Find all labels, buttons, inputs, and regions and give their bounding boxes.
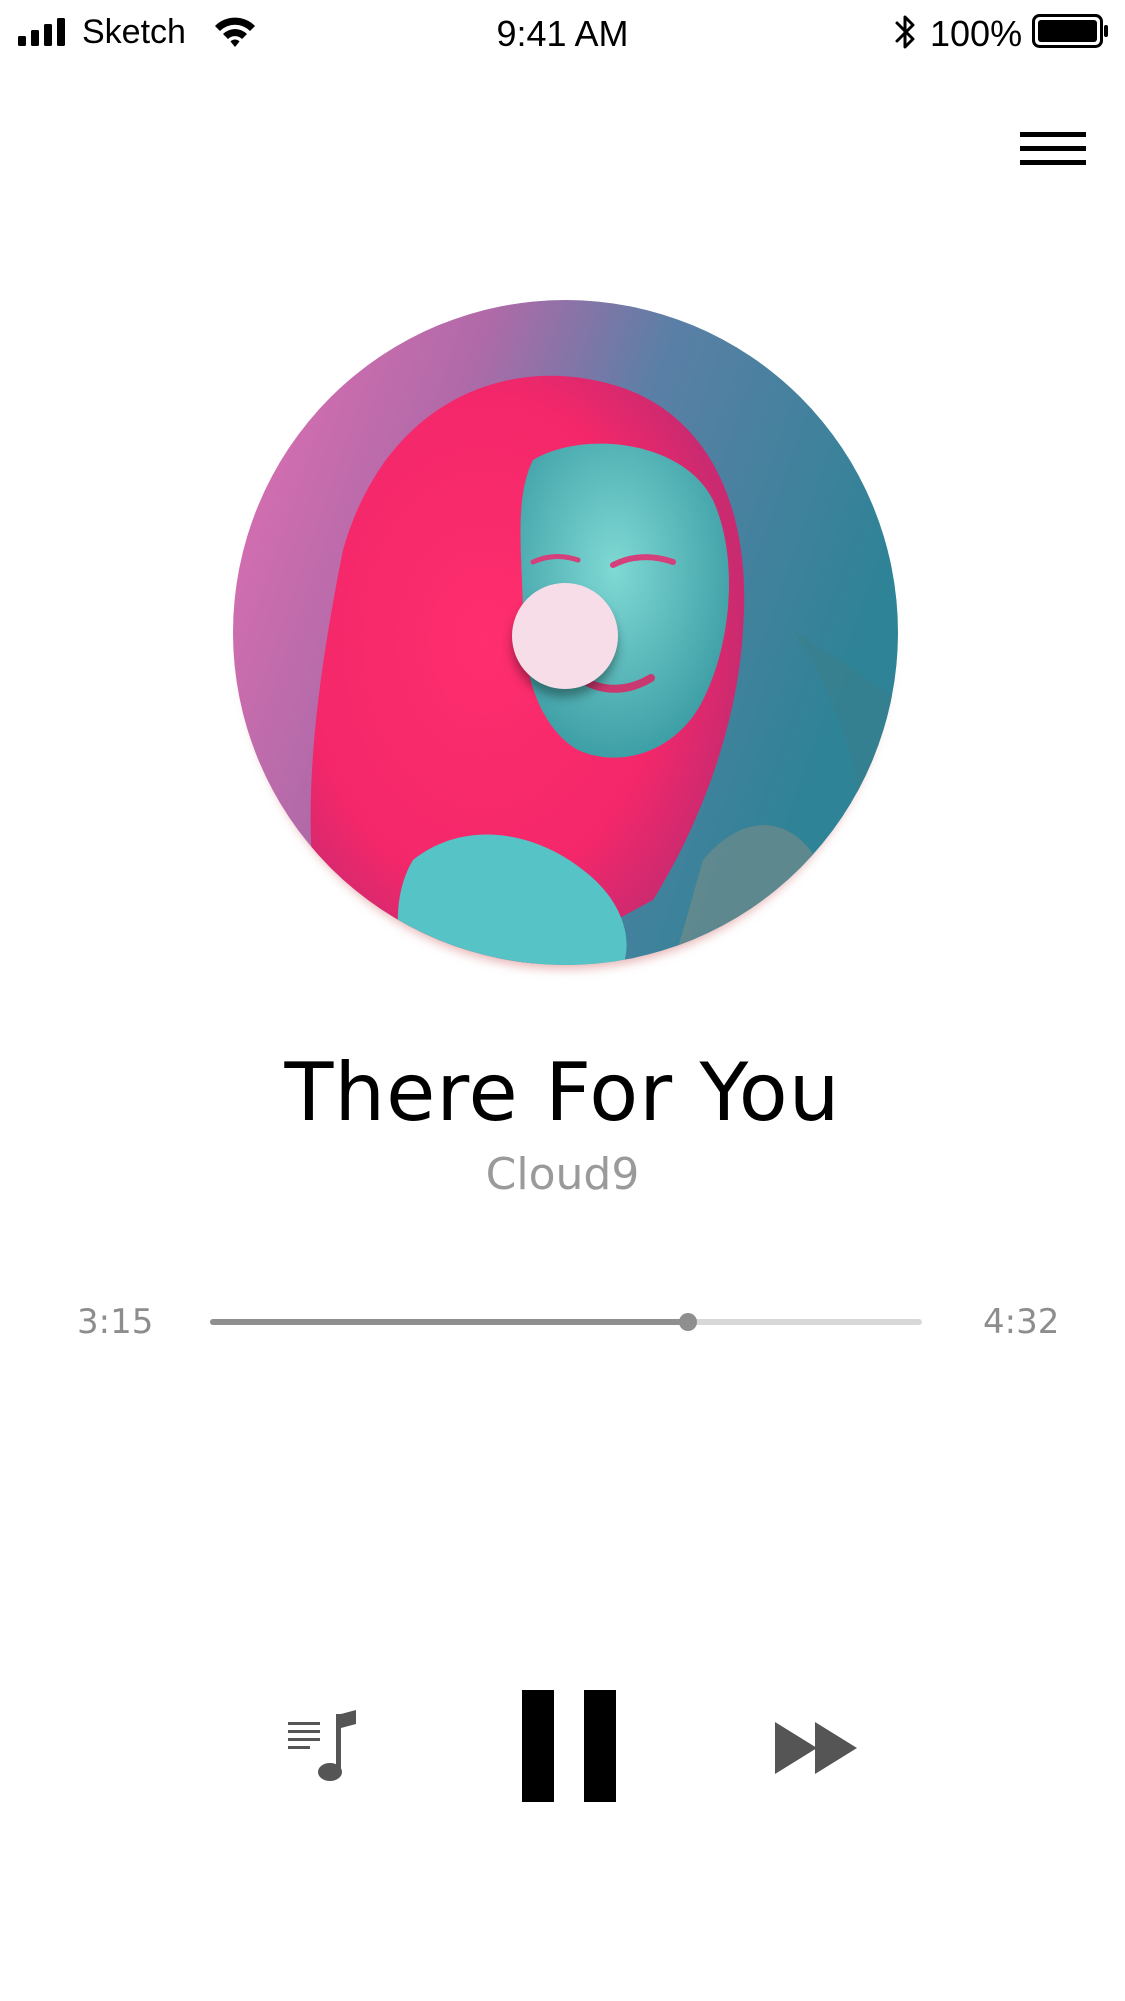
progress-slider[interactable] [210, 1313, 922, 1331]
wifi-icon [215, 17, 255, 47]
menu-button[interactable] [1012, 126, 1088, 176]
status-bar: Sketch 9:41 AM 100% [0, 0, 1125, 66]
artist-name: Cloud9 [485, 1149, 640, 1200]
carrier-name: Sketch [82, 13, 186, 51]
bluetooth-icon [895, 15, 915, 49]
battery-full-icon [1032, 14, 1108, 48]
signal-bars-icon [18, 18, 65, 46]
disc-center-hole [512, 583, 618, 689]
progress-fill [210, 1319, 689, 1325]
fast-forward-icon [775, 1722, 857, 1774]
next-track-button[interactable] [775, 1722, 859, 1774]
progress-knob[interactable] [679, 1313, 698, 1331]
song-title: There For You [284, 1046, 841, 1139]
hamburger-menu-icon [1020, 132, 1086, 165]
pause-icon [522, 1690, 616, 1802]
playlist-button[interactable] [286, 1708, 362, 1784]
elapsed-time: 3:15 [77, 1302, 154, 1342]
pause-button[interactable] [520, 1688, 620, 1804]
playlist-music-note-icon [288, 1710, 356, 1781]
battery-percentage: 100% [930, 13, 1023, 54]
total-time: 4:32 [983, 1302, 1060, 1342]
